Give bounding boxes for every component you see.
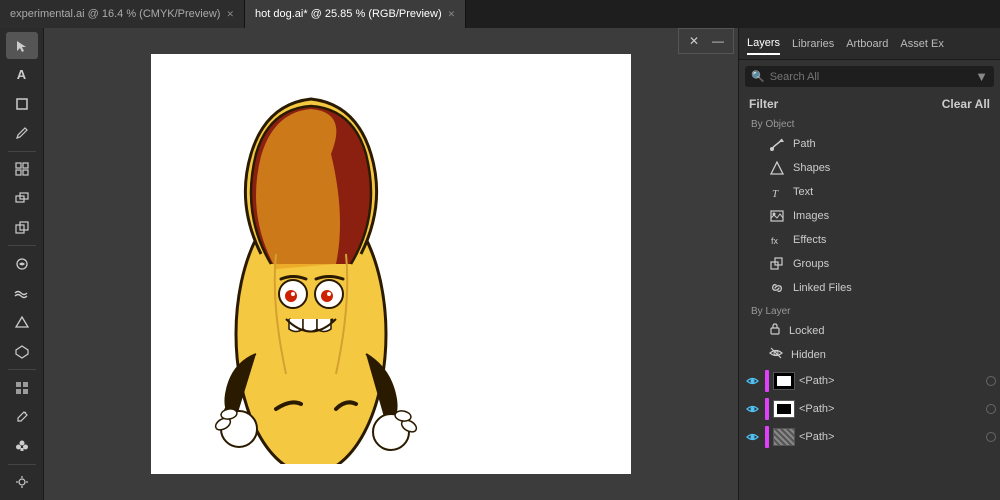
filter-funnel-icon[interactable]: ▼ [975, 69, 988, 84]
tab-libraries[interactable]: Libraries [792, 34, 834, 54]
hotdog-illustration [181, 54, 441, 464]
tool-select[interactable] [6, 32, 38, 59]
filter-shapes-label: Shapes [793, 162, 830, 174]
search-input[interactable] [770, 71, 970, 83]
magenta-bar-1 [765, 398, 769, 420]
eye-icon-2[interactable] [743, 428, 761, 446]
by-object-section-label: By Object [739, 115, 1000, 132]
tab-experimental-label: experimental.ai @ 16.4 % (CMYK/Preview) [10, 8, 220, 20]
filter-effects-label: Effects [793, 234, 826, 246]
filter-header: Filter Clear All [739, 93, 1000, 115]
layer-row-2[interactable]: <Path> [739, 423, 1000, 451]
groups-icon [769, 256, 785, 272]
tool-divider-4 [8, 464, 36, 465]
layer-name-2: <Path> [799, 431, 982, 443]
canvas-document [151, 54, 631, 474]
tool-divider-3 [8, 369, 36, 370]
text-icon: T [769, 184, 785, 200]
linked-files-icon [769, 280, 785, 296]
filter-images-label: Images [793, 210, 829, 222]
lock-icon [769, 323, 781, 338]
hidden-eye-icon [769, 346, 783, 363]
tab-bar: experimental.ai @ 16.4 % (CMYK/Preview) … [0, 0, 1000, 28]
layer-thumb-1 [773, 400, 795, 418]
layer-row-1[interactable]: <Path> [739, 395, 1000, 423]
path-icon [769, 136, 785, 152]
tool-grid[interactable] [6, 156, 38, 183]
search-bar: 🔍 ▼ [745, 66, 994, 87]
hidden-item[interactable]: Hidden [739, 342, 1000, 367]
by-layer-section-label: By Layer [739, 300, 1000, 319]
locked-item[interactable]: Locked [739, 319, 1000, 342]
tab-experimental-close[interactable]: ✕ [226, 9, 234, 20]
canvas-toolbar: ✕ — [678, 28, 734, 54]
magenta-bar-2 [765, 426, 769, 448]
eye-icon-1[interactable] [743, 400, 761, 418]
panel-tabs: Layers Libraries Artboard Asset Ex [739, 28, 1000, 60]
tab-asset-ex[interactable]: Asset Ex [900, 34, 943, 54]
tab-artboard[interactable]: Artboard [846, 34, 888, 54]
magenta-bar-0 [765, 370, 769, 392]
tab-hotdog-label: hot dog.ai* @ 25.85 % (RGB/Preview) [255, 8, 442, 20]
layer-name-0: <Path> [799, 375, 982, 387]
tool-shape[interactable] [6, 90, 38, 117]
tab-layers[interactable]: Layers [747, 33, 780, 55]
tool-clubs[interactable] [6, 433, 38, 460]
tool-triangle[interactable] [6, 309, 38, 336]
filter-path[interactable]: Path [739, 132, 1000, 156]
filter-text[interactable]: T Text [739, 180, 1000, 204]
clear-all-button[interactable]: Clear All [942, 97, 990, 111]
tool-divider-2 [8, 245, 36, 246]
tool-pen[interactable] [6, 120, 38, 147]
filter-groups[interactable]: Groups [739, 252, 1000, 276]
filter-text-label: Text [793, 186, 813, 198]
tool-transform[interactable] [6, 214, 38, 241]
effects-icon: fx [769, 232, 785, 248]
svg-text:fx: fx [771, 236, 779, 246]
tool-panel: A [0, 28, 44, 500]
layer-thumb-2 [773, 428, 795, 446]
svg-text:T: T [772, 188, 779, 199]
filter-effects[interactable]: fx Effects [739, 228, 1000, 252]
tool-paint[interactable] [6, 250, 38, 277]
canvas-toolbar-close[interactable]: ✕ [683, 30, 705, 52]
tool-dropper[interactable] [6, 403, 38, 430]
tab-hotdog-close[interactable]: ✕ [448, 9, 456, 20]
tool-waves[interactable] [6, 280, 38, 307]
search-icon: 🔍 [751, 70, 765, 83]
layer-name-1: <Path> [799, 403, 982, 415]
tab-hotdog[interactable]: hot dog.ai* @ 25.85 % (RGB/Preview) ✕ [245, 0, 466, 28]
locked-label: Locked [789, 325, 824, 337]
tool-type[interactable]: A [6, 61, 38, 88]
canvas-area: ✕ — [44, 28, 738, 500]
filter-path-label: Path [793, 138, 816, 150]
tool-divider-1 [8, 151, 36, 152]
eye-icon-0[interactable] [743, 372, 761, 390]
shapes-icon [769, 160, 785, 176]
layer-thumb-0 [773, 372, 795, 390]
images-icon [769, 208, 785, 224]
filter-groups-label: Groups [793, 258, 829, 270]
filter-images[interactable]: Images [739, 204, 1000, 228]
hidden-label: Hidden [791, 349, 826, 361]
canvas-toolbar-min[interactable]: — [707, 30, 729, 52]
tool-sun[interactable] [6, 469, 38, 496]
layer-vis-dot-0 [986, 376, 996, 386]
filter-linked-files[interactable]: Linked Files [739, 276, 1000, 300]
tab-experimental[interactable]: experimental.ai @ 16.4 % (CMYK/Preview) … [0, 0, 245, 28]
filter-linked-files-label: Linked Files [793, 282, 852, 294]
layer-row-0[interactable]: <Path> [739, 367, 1000, 395]
filter-shapes[interactable]: Shapes [739, 156, 1000, 180]
tool-grid2[interactable] [6, 374, 38, 401]
tool-resize[interactable] [6, 185, 38, 212]
tool-3d[interactable] [6, 338, 38, 365]
layer-vis-dot-1 [986, 404, 996, 414]
filter-label: Filter [749, 97, 778, 111]
main-area: A [0, 28, 1000, 500]
layers-panel: Layers Libraries Artboard Asset Ex 🔍 ▼ F… [738, 28, 1000, 500]
layer-vis-dot-2 [986, 432, 996, 442]
